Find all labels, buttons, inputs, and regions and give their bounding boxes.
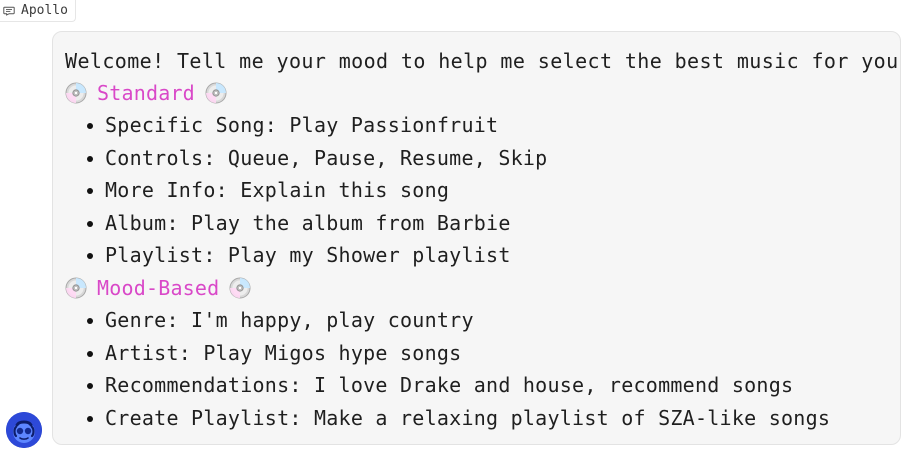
list-item: Album: Play the album from Barbie [87, 207, 888, 240]
mood-based-section-heading: Mood-Based [65, 272, 888, 304]
assistant-name: Apollo [21, 3, 68, 18]
assistant-message: Welcome! Tell me your mood to help me se… [52, 31, 901, 445]
list-item: Create Playlist: Make a relaxing playlis… [87, 402, 888, 435]
list-item: More Info: Explain this song [87, 174, 888, 207]
list-item: Controls: Queue, Pause, Resume, Skip [87, 142, 888, 175]
list-item: Artist: Play Migos hype songs [87, 337, 888, 370]
cd-disc-icon [205, 82, 227, 104]
cd-disc-icon [65, 82, 87, 104]
cd-disc-icon [229, 277, 251, 299]
chat-app: Apollo Welcome! Tell me your mood to hel… [0, 0, 910, 454]
cd-disc-icon [65, 277, 87, 299]
standard-section-title: Standard [97, 81, 195, 105]
list-item: Specific Song: Play Passionfruit [87, 109, 888, 142]
standard-command-list: Specific Song: Play Passionfruit Control… [65, 109, 888, 272]
list-item: Genre: I'm happy, play country [87, 304, 888, 337]
list-item: Recommendations: I love Drake and house,… [87, 369, 888, 402]
list-item: Playlist: Play my Shower playlist [87, 239, 888, 272]
assistant-tag[interactable]: Apollo [0, 0, 76, 22]
chat-bubble-icon [3, 6, 15, 16]
mood-based-command-list: Genre: I'm happy, play country Artist: P… [65, 304, 888, 434]
apollo-avatar-icon [6, 412, 42, 448]
standard-section-heading: Standard [65, 77, 888, 109]
mood-based-section-title: Mood-Based [97, 275, 220, 300]
welcome-message: Welcome! Tell me your mood to help me se… [65, 49, 899, 73]
